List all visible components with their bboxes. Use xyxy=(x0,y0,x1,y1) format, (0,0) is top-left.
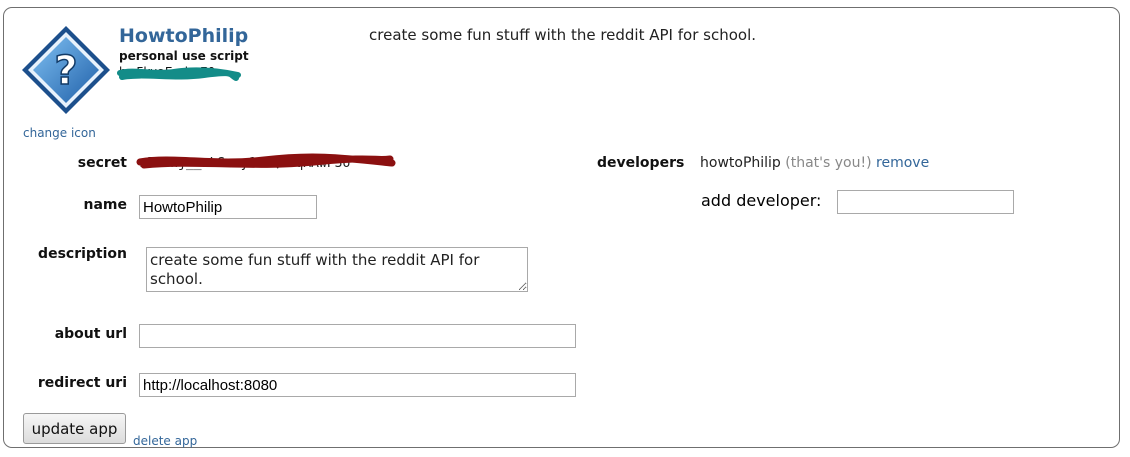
redaction-scribble-teal xyxy=(117,67,241,81)
developer-you-note: (that's you!) xyxy=(785,155,872,171)
name-label: name xyxy=(83,197,128,213)
description-field[interactable]: create some fun stuff with the reddit AP… xyxy=(146,247,528,292)
add-developer-field[interactable] xyxy=(837,190,1014,214)
change-icon-link[interactable]: change icon xyxy=(23,126,96,140)
about-url-field[interactable] xyxy=(139,324,576,348)
question-mark-diamond-icon: ? xyxy=(22,26,110,114)
developer-entry: howtoPhilip (that's you!) remove xyxy=(700,155,929,171)
redirect-uri-field[interactable] xyxy=(139,373,576,397)
app-type: personal use script xyxy=(119,49,249,63)
redirect-uri-label: redirect uri xyxy=(37,375,127,391)
description-label: description xyxy=(38,246,127,262)
name-field[interactable] xyxy=(139,195,317,219)
app-icon[interactable]: ? xyxy=(20,24,112,116)
about-url-label: about url xyxy=(54,326,127,342)
svg-text:?: ? xyxy=(54,48,77,94)
app-title: HowtoPhilip xyxy=(119,25,249,47)
developer-name: howtoPhilip xyxy=(700,155,781,171)
remove-developer-link[interactable]: remove xyxy=(876,155,929,171)
add-developer-label: add developer: xyxy=(701,191,822,210)
update-app-button[interactable]: update app xyxy=(23,413,126,444)
developers-label: developers xyxy=(597,155,685,171)
delete-app-link[interactable]: delete app xyxy=(133,434,197,448)
app-header-description: create some fun stuff with the reddit AP… xyxy=(369,26,757,44)
app-panel: ? HowtoPhilip personal use script bwFkua… xyxy=(3,7,1120,448)
redaction-scribble-red xyxy=(136,153,396,169)
secret-label: secret xyxy=(77,155,127,171)
